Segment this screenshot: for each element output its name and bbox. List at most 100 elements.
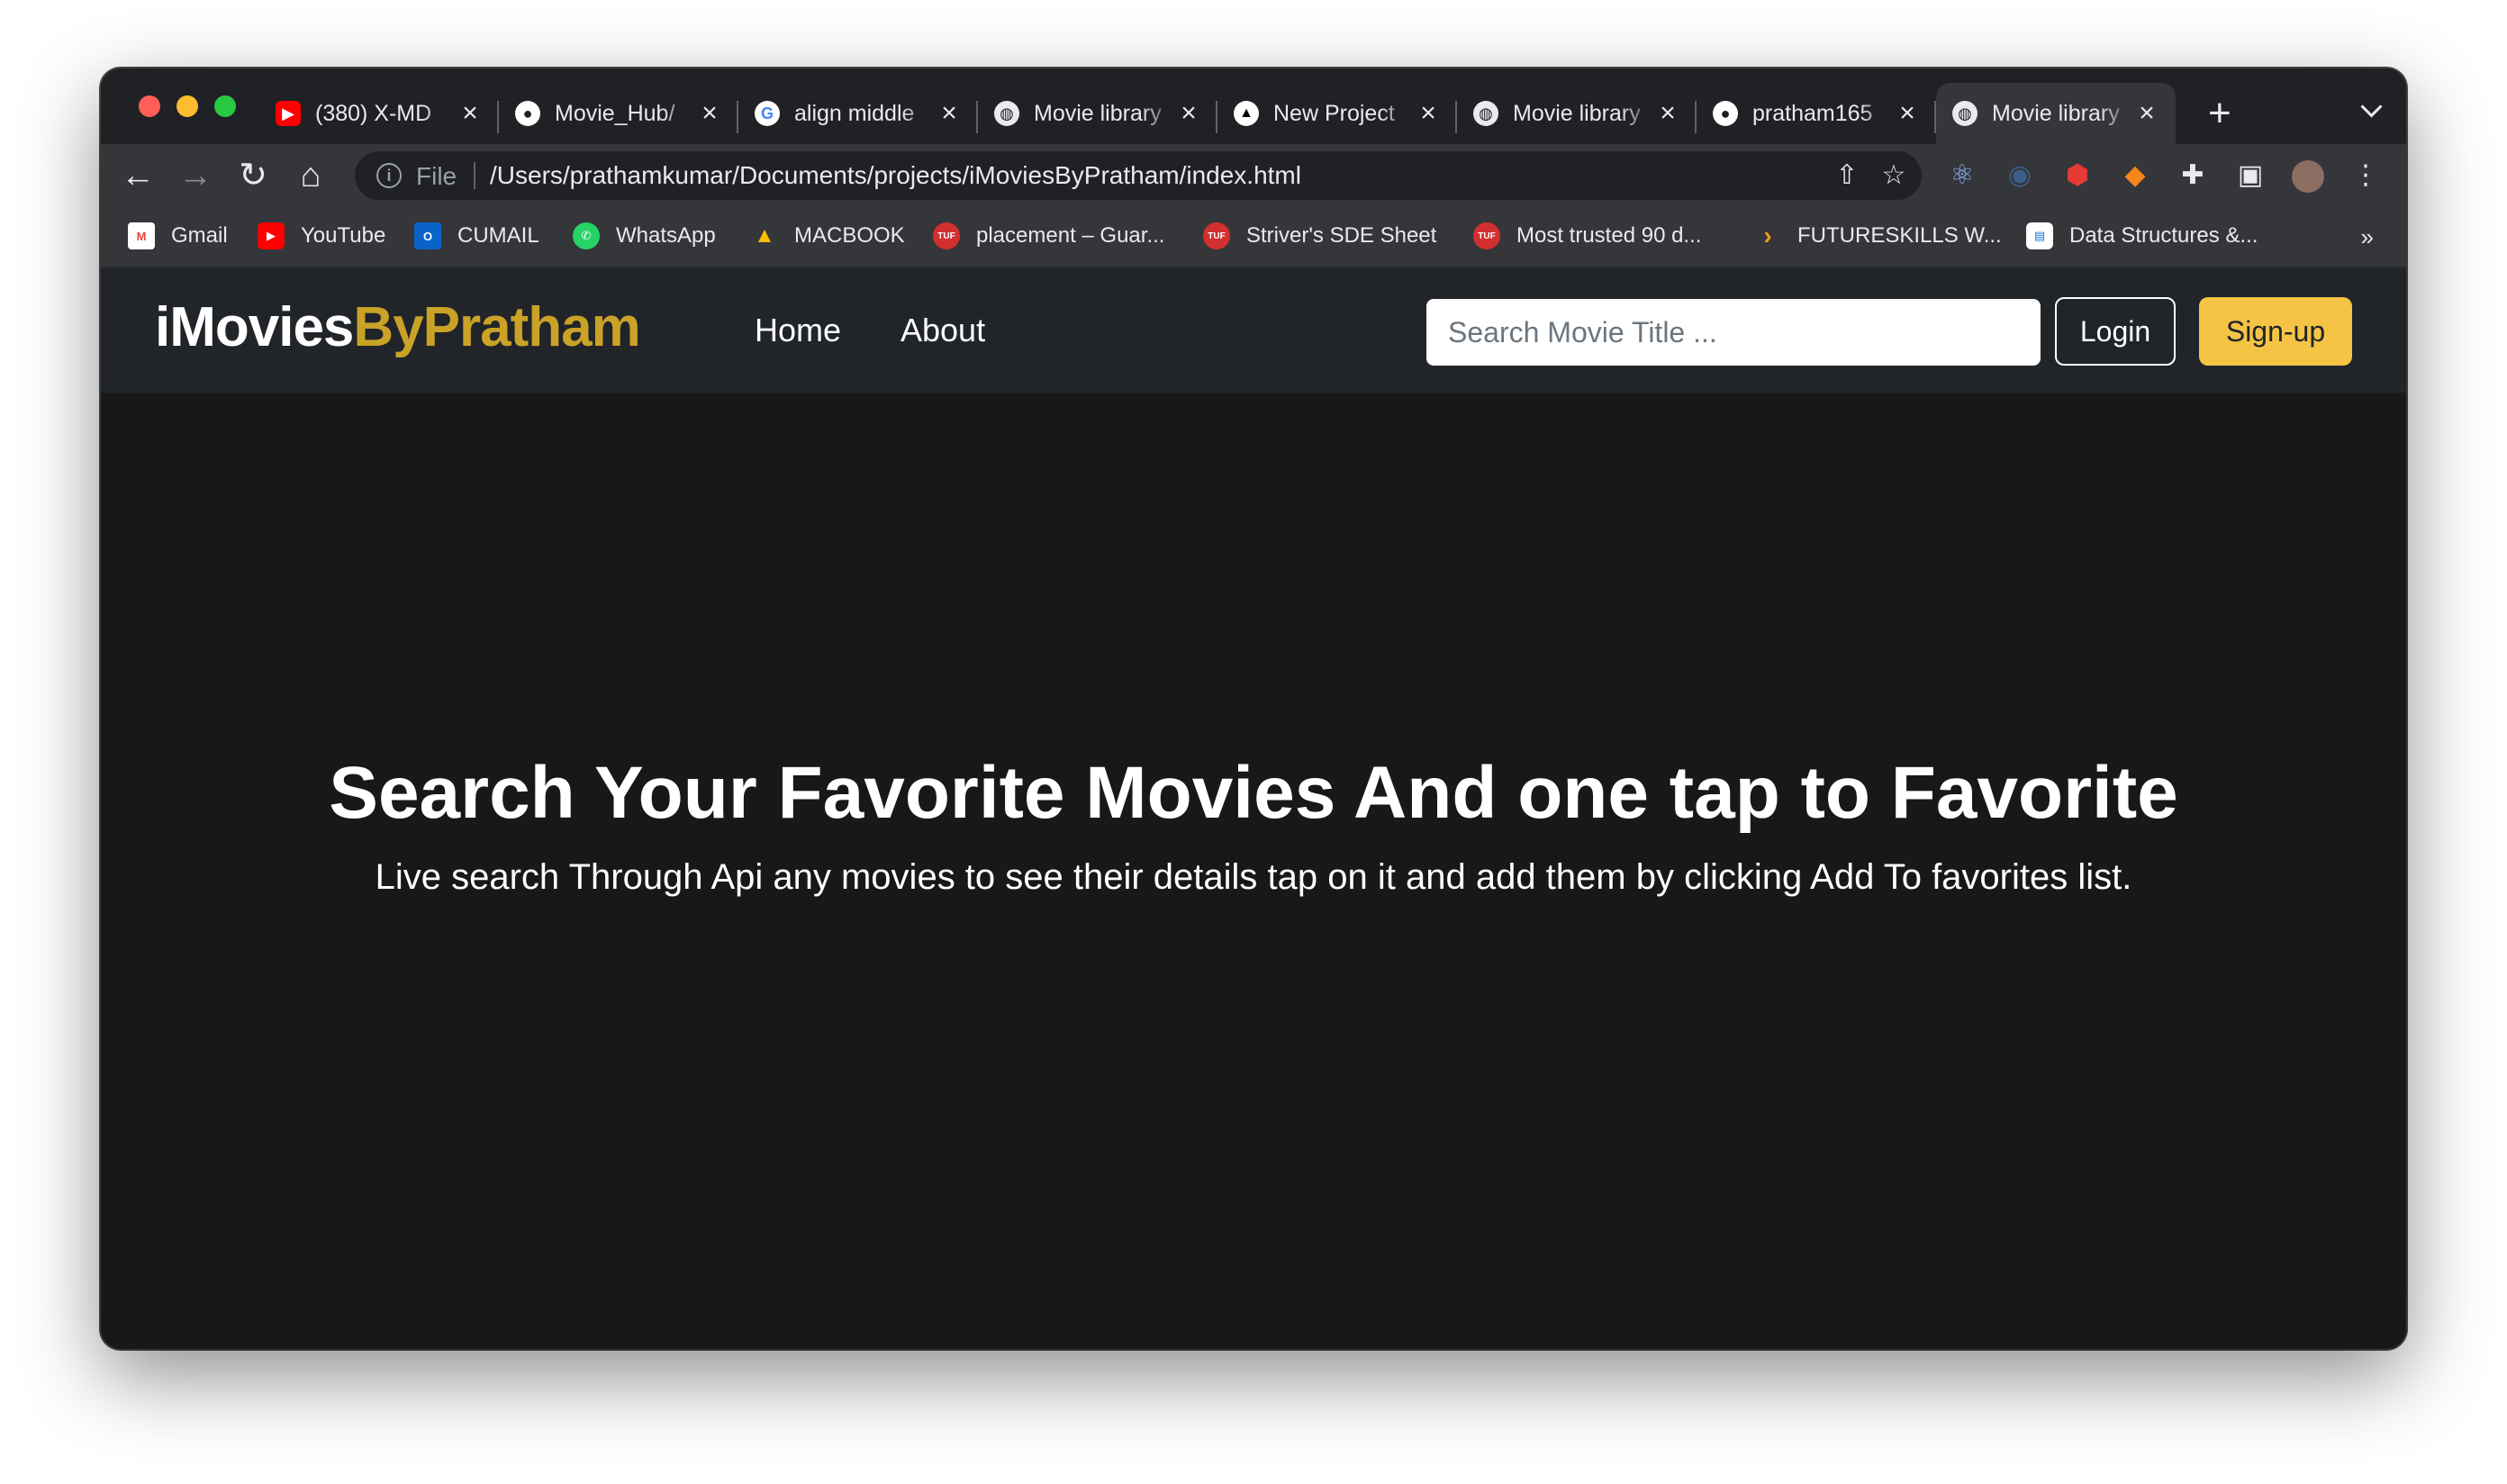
bookmark-gmail[interactable]: M Gmail [128,218,228,254]
close-icon[interactable]: × [1655,100,1680,127]
brand-second: ByPratham [353,296,640,358]
bookmark-label: Gmail [171,223,228,248]
close-icon[interactable]: × [1416,100,1441,127]
github-icon: ● [515,101,540,126]
browser-toolbar: ← → ↻ ⌂ i File /Users/prathamkumar/Docum… [101,144,2406,207]
tab-title: align middle [794,100,915,126]
tab-github-movie-hub[interactable]: ● Movie_Hub/ × [499,83,738,144]
bookmark-futureskills[interactable]: › FUTURESKILLS W... [1754,218,2002,254]
close-icon[interactable]: × [2134,100,2159,127]
bookmark-most-trusted[interactable]: TUF Most trusted 90 d... [1473,218,1701,254]
tab-title: Movie library [1992,100,2120,126]
github-icon: ● [1713,101,1738,126]
more-menu-icon[interactable]: ⋮ [2349,158,2383,193]
minimize-window-button[interactable] [176,95,198,117]
forward-button[interactable]: → [173,153,218,198]
bookmark-label: Most trusted 90 d... [1516,223,1702,248]
metamask-icon[interactable]: ◆ [2118,158,2152,193]
side-panel-icon[interactable]: ▣ [2233,158,2267,193]
page-content: iMoviesByPratham Home About Login Sign-u… [101,268,2406,1349]
bookmark-label: FUTURESKILLS W... [1797,223,2002,248]
tuf-icon: TUF [933,222,960,249]
signup-button[interactable]: Sign-up [2199,297,2352,366]
brand-first: iMovies [155,296,354,358]
bookmark-youtube[interactable]: ▶ YouTube [258,218,385,254]
tab-movie-library-1[interactable]: ◍ Movie library × [978,83,1217,144]
bookmark-cumail[interactable]: O CUMAIL [414,218,539,254]
outlook-icon: O [414,222,441,249]
bookmark-star-icon[interactable]: ☆ [1878,160,1909,191]
address-bar[interactable]: i File /Users/prathamkumar/Documents/pro… [355,151,1922,200]
tab-strip: ▶ (380) X-MD × ● Movie_Hub/ × G align mi… [101,68,2406,144]
tab-youtube[interactable]: ▶ (380) X-MD × [259,83,499,144]
url-text[interactable]: /Users/prathamkumar/Documents/projects/i… [490,161,1301,190]
window-controls [139,95,236,117]
tab-google-search[interactable]: G align middle × [738,83,978,144]
new-tab-button[interactable]: + [2208,88,2231,139]
close-icon[interactable]: × [1176,100,1201,127]
close-icon[interactable]: × [1895,100,1920,127]
tuf-icon: TUF [1473,222,1500,249]
reload-button[interactable]: ↻ [231,153,276,198]
close-icon[interactable]: × [697,100,722,127]
tab-title: Movie_Hub/ [555,100,675,126]
bookmark-label: Data Structures &... [2069,223,2258,248]
chevron-right-icon: › [1763,222,1772,249]
hero-title: Search Your Favorite Movies And one tap … [329,752,2178,834]
brand-logo[interactable]: iMoviesByPratham [155,295,641,359]
close-icon[interactable]: × [457,100,483,127]
bookmark-page-icon: ▤ [2026,222,2053,249]
nav-about-link[interactable]: About [901,312,985,349]
youtube-icon: ▶ [276,101,301,126]
tab-movie-library-2[interactable]: ◍ Movie library × [1457,83,1697,144]
url-scheme: File [416,162,457,190]
adblock-icon[interactable]: ⬢ [2060,158,2095,193]
google-drive-icon: ▲ [754,223,775,248]
bookmarks-bar: M Gmail ▶ YouTube O CUMAIL ✆ WhatsApp ▲ … [101,207,2406,268]
tab-title: Movie library [1034,100,1162,126]
bookmark-label: CUMAIL [457,223,539,248]
tab-movie-library-active[interactable]: ◍ Movie library × [1936,83,2176,144]
bookmark-placement[interactable]: TUF placement – Guar... [933,218,1164,254]
bookmark-label: Striver's SDE Sheet [1246,223,1437,248]
extension-icon[interactable]: ◉ [2003,158,2037,193]
globe-icon: ◍ [1473,101,1498,126]
vercel-icon: ▲ [1234,101,1259,126]
tab-list: ▶ (380) X-MD × ● Movie_Hub/ × G align mi… [259,83,2176,144]
extensions-puzzle-icon[interactable]: ✚ [2176,158,2210,193]
back-button[interactable]: ← [115,153,160,198]
bookmark-macbook[interactable]: ▲ MACBOOK [751,218,905,254]
browser-window: ▶ (380) X-MD × ● Movie_Hub/ × G align mi… [101,68,2406,1349]
share-icon[interactable]: ⇧ [1832,160,1862,191]
bookmarks-overflow-button[interactable]: » [2361,223,2374,251]
react-devtools-icon[interactable]: ⚛ [1945,158,1979,193]
bookmark-whatsapp[interactable]: ✆ WhatsApp [573,218,716,254]
movie-search-input[interactable] [1426,299,2041,366]
globe-icon: ◍ [994,101,1019,126]
nav-home-link[interactable]: Home [755,312,841,349]
close-window-button[interactable] [139,95,160,117]
bookmark-data-structures[interactable]: ▤ Data Structures &... [2026,218,2258,254]
close-icon[interactable]: × [937,100,962,127]
tab-github-profile[interactable]: ● pratham165 × [1697,83,1936,144]
tab-title: Movie library [1513,100,1641,126]
tuf-icon: TUF [1203,222,1230,249]
login-button[interactable]: Login [2055,297,2176,366]
zoom-window-button[interactable] [214,95,236,117]
google-icon: G [755,101,780,126]
bookmark-label: WhatsApp [616,223,716,248]
home-button[interactable]: ⌂ [288,153,333,198]
tab-new-project[interactable]: ▲ New Project × [1217,83,1457,144]
avatar[interactable] [2291,158,2325,194]
tab-search-chevron-icon[interactable] [2360,95,2383,118]
bookmark-label: placement – Guar... [976,223,1165,248]
hero-subtitle: Live search Through Api any movies to se… [375,857,2132,897]
whatsapp-icon: ✆ [573,222,600,249]
tab-title: (380) X-MD [315,100,432,126]
globe-icon: ◍ [1952,101,1978,126]
bookmark-label: YouTube [301,223,386,248]
info-icon[interactable]: i [376,163,402,188]
bookmark-strivers-sheet[interactable]: TUF Striver's SDE Sheet [1203,218,1436,254]
youtube-icon: ▶ [258,222,285,249]
bookmark-label: MACBOOK [794,223,905,248]
